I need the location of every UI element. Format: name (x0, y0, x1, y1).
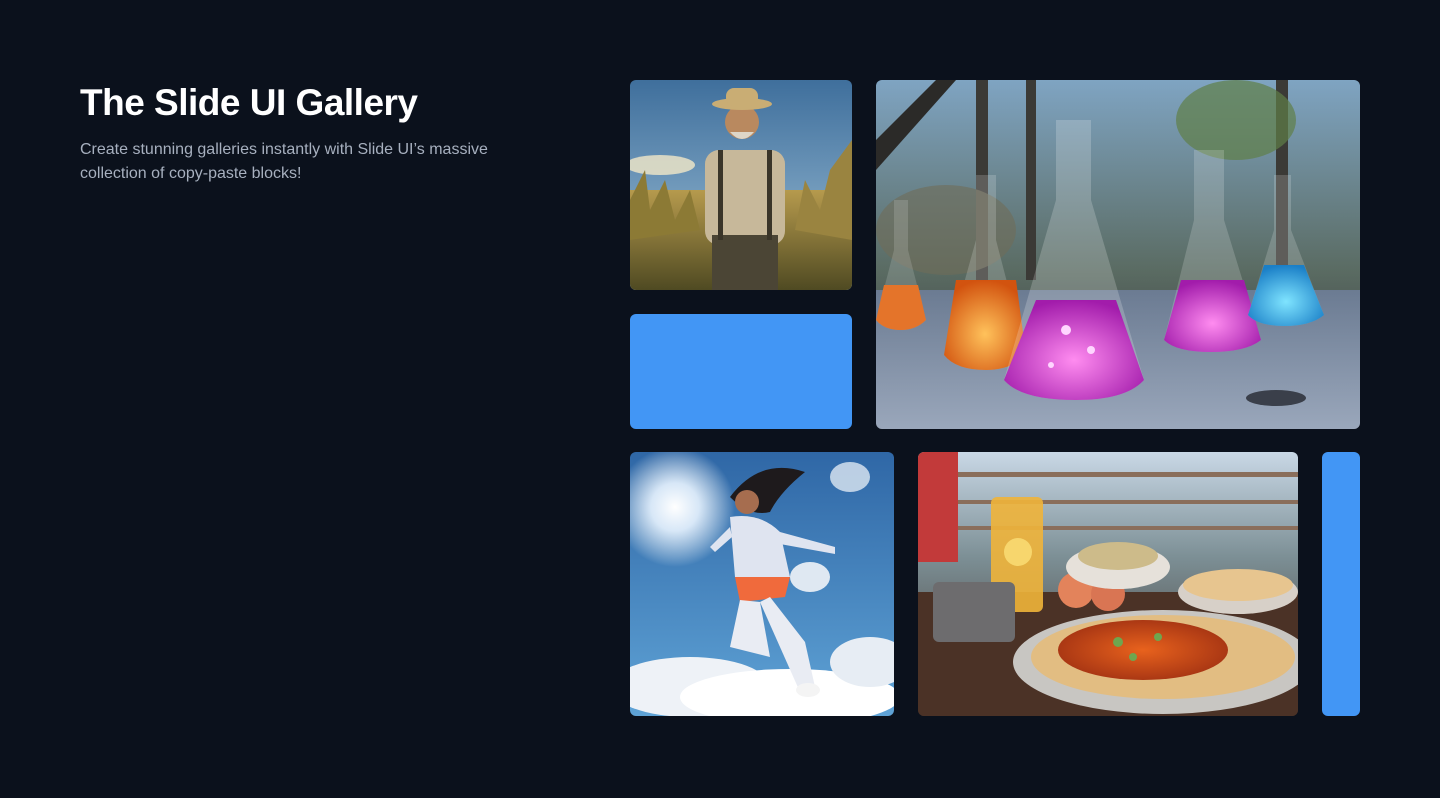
gallery-image-food[interactable] (918, 452, 1298, 716)
gallery-image-farmer[interactable] (630, 80, 852, 290)
lab-flasks-photo-icon (876, 80, 1360, 429)
page-title: The Slide UI Gallery (80, 82, 418, 123)
gallery-image-flasks[interactable] (876, 80, 1360, 429)
gallery-image-jumper[interactable] (630, 452, 894, 716)
farmer-photo-icon (630, 80, 852, 290)
curry-naan-photo-icon (918, 452, 1298, 716)
page-subtitle: Create stunning galleries instantly with… (80, 141, 488, 182)
gallery-next-slide-peek[interactable] (1322, 452, 1360, 716)
jumping-woman-photo-icon (630, 452, 894, 716)
gallery-placeholder-block (630, 314, 852, 429)
hero-section: The Slide UI Gallery Create stunning gal… (80, 80, 550, 186)
